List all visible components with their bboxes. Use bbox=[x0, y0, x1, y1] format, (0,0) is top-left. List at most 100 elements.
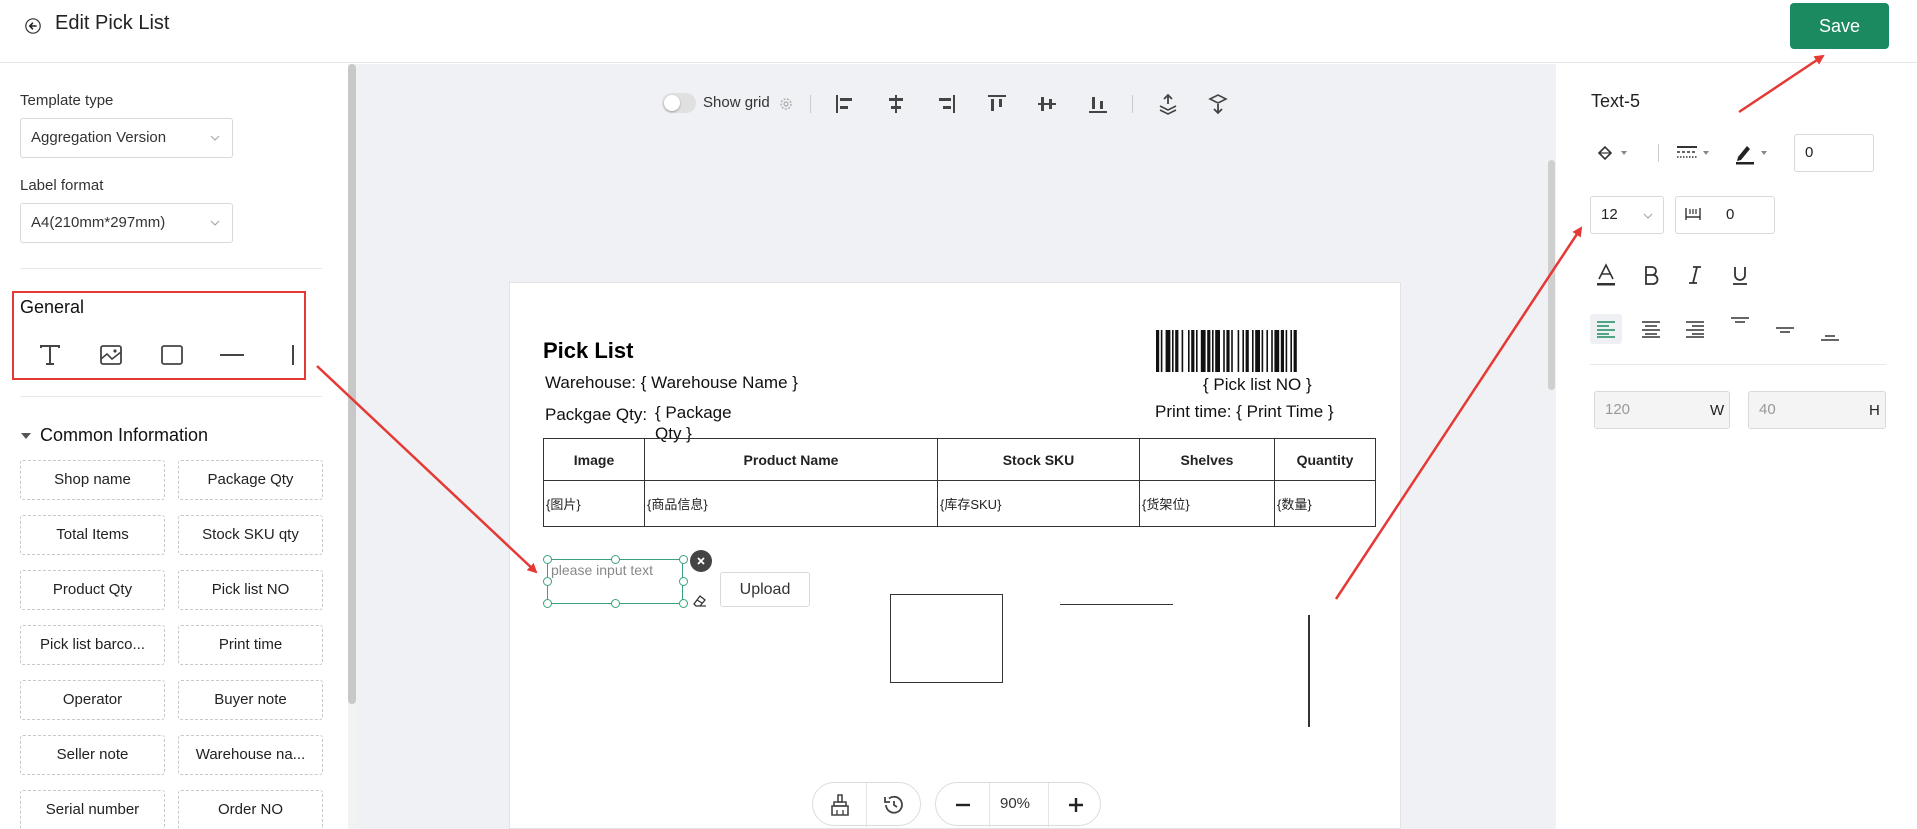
horizontal-line-element[interactable] bbox=[1060, 604, 1173, 605]
field-chip[interactable]: Package Qty bbox=[178, 460, 323, 500]
barcode-bar bbox=[1165, 330, 1171, 372]
show-grid-label: Show grid bbox=[703, 94, 770, 111]
text-align-left-icon bbox=[1597, 321, 1615, 338]
field-chip[interactable]: Shop name bbox=[20, 460, 165, 500]
italic-button[interactable] bbox=[1680, 260, 1710, 290]
align-middle-button[interactable] bbox=[1034, 91, 1060, 117]
field-chip[interactable]: Product Qty bbox=[20, 570, 165, 610]
barcode-bar bbox=[1255, 330, 1260, 372]
field-chip[interactable]: Print time bbox=[178, 625, 323, 665]
field-chip[interactable]: Pick list barco... bbox=[20, 625, 165, 665]
table-cell-stock-sku: {库存SKU} bbox=[937, 480, 1140, 527]
field-chip[interactable]: Warehouse na... bbox=[178, 735, 323, 775]
left-scrollbar-thumb[interactable] bbox=[348, 64, 356, 704]
vertical-line-tool[interactable] bbox=[278, 340, 308, 370]
text-align-center-button[interactable] bbox=[1636, 314, 1666, 344]
table-header-image: Image bbox=[543, 438, 645, 481]
underline-button[interactable] bbox=[1725, 260, 1755, 290]
back-button[interactable] bbox=[20, 13, 46, 39]
rectangle-element[interactable] bbox=[890, 594, 1003, 683]
resize-handle[interactable] bbox=[543, 577, 552, 586]
bold-button[interactable] bbox=[1636, 260, 1666, 290]
upload-button[interactable]: Upload bbox=[720, 572, 810, 607]
field-chip[interactable]: Pick list NO bbox=[178, 570, 323, 610]
vertical-align-bottom-button[interactable] bbox=[1815, 320, 1845, 350]
italic-icon bbox=[1689, 266, 1701, 284]
caret-down-icon[interactable] bbox=[20, 430, 32, 442]
save-button[interactable]: Save bbox=[1790, 3, 1889, 49]
align-top-button[interactable] bbox=[984, 91, 1010, 117]
zoom-in-button[interactable] bbox=[1048, 783, 1102, 827]
resize-handle[interactable] bbox=[611, 555, 620, 564]
selected-text-element[interactable]: please input text bbox=[547, 559, 683, 604]
text-tool[interactable] bbox=[35, 340, 65, 370]
grid-settings-button[interactable] bbox=[773, 91, 799, 117]
clear-button[interactable] bbox=[813, 783, 867, 827]
canvas-scrollbar[interactable] bbox=[1548, 160, 1555, 390]
resize-handle[interactable] bbox=[679, 577, 688, 586]
template-type-select[interactable]: Aggregation Version bbox=[20, 118, 233, 158]
table-header-quantity: Quantity bbox=[1274, 438, 1376, 481]
height-input[interactable]: 40 bbox=[1748, 391, 1886, 429]
field-chip[interactable]: Buyer note bbox=[178, 680, 323, 720]
resize-handle[interactable] bbox=[543, 555, 552, 564]
panel-divider bbox=[1590, 364, 1886, 365]
text-align-left-button[interactable] bbox=[1591, 314, 1621, 344]
resize-handle[interactable] bbox=[611, 599, 620, 608]
barcode-bar bbox=[1237, 330, 1240, 372]
barcode-image[interactable] bbox=[1156, 330, 1359, 372]
align-left-button[interactable] bbox=[832, 91, 858, 117]
barcode-bar bbox=[1160, 330, 1163, 372]
resize-handle[interactable] bbox=[543, 599, 552, 608]
delete-element-button[interactable] bbox=[690, 550, 712, 572]
zoom-out-button[interactable] bbox=[936, 783, 990, 827]
barcode-bar bbox=[1252, 330, 1254, 372]
border-style-button[interactable] bbox=[1675, 138, 1715, 168]
text-align-right-button[interactable] bbox=[1680, 314, 1710, 344]
history-button[interactable] bbox=[867, 783, 921, 827]
items-table[interactable]: Image Product Name Stock SKU Shelves Qua… bbox=[543, 438, 1376, 527]
field-chip[interactable]: Order NO bbox=[178, 790, 323, 829]
vertical-line-element[interactable] bbox=[1308, 615, 1310, 727]
barcode-bar bbox=[1290, 330, 1292, 372]
table-header-row: Image Product Name Stock SKU Shelves Qua… bbox=[543, 438, 1376, 481]
font-size-select[interactable]: 12 bbox=[1590, 196, 1664, 234]
border-color-button[interactable] bbox=[1733, 138, 1773, 168]
barcode-bar bbox=[1191, 330, 1195, 372]
eraser-icon[interactable] bbox=[692, 592, 708, 608]
table-header-product-name: Product Name bbox=[644, 438, 938, 481]
field-chip[interactable]: Serial number bbox=[20, 790, 165, 829]
image-tool[interactable] bbox=[96, 340, 126, 370]
field-chip[interactable]: Seller note bbox=[20, 735, 165, 775]
barcode-bar bbox=[1293, 330, 1297, 372]
barcode-bar bbox=[1266, 330, 1268, 372]
package-qty-value-line1[interactable]: { Package bbox=[655, 403, 732, 423]
field-chip[interactable]: Total Items bbox=[20, 515, 165, 555]
fill-color-button[interactable] bbox=[1593, 138, 1633, 168]
package-qty-label[interactable]: Packgae Qty: bbox=[545, 405, 647, 425]
vertical-align-top-button[interactable] bbox=[1725, 310, 1755, 340]
horizontal-line-tool[interactable] bbox=[217, 340, 247, 370]
common-info-title[interactable]: Common Information bbox=[40, 425, 208, 446]
label-format-select[interactable]: A4(210mm*297mm) bbox=[20, 203, 233, 243]
bring-front-button[interactable] bbox=[1155, 91, 1181, 117]
barcode-bar bbox=[1245, 330, 1249, 372]
send-back-button[interactable] bbox=[1205, 91, 1231, 117]
show-grid-toggle[interactable] bbox=[662, 93, 696, 113]
field-chip[interactable]: Stock SKU qty bbox=[178, 515, 323, 555]
text-color-button[interactable] bbox=[1591, 260, 1621, 290]
left-scrollbar[interactable] bbox=[348, 64, 356, 829]
align-bottom-button[interactable] bbox=[1085, 91, 1111, 117]
pick-list-no-text[interactable]: { Pick list NO } bbox=[1203, 375, 1312, 395]
resize-handle[interactable] bbox=[679, 599, 688, 608]
resize-handle[interactable] bbox=[679, 555, 688, 564]
align-center-h-button[interactable] bbox=[883, 91, 909, 117]
field-chip[interactable]: Operator bbox=[20, 680, 165, 720]
print-time-text[interactable]: Print time: { Print Time } bbox=[1155, 402, 1334, 422]
rectangle-tool[interactable] bbox=[157, 340, 187, 370]
align-right-button[interactable] bbox=[933, 91, 959, 117]
warehouse-text[interactable]: Warehouse: { Warehouse Name } bbox=[545, 373, 798, 393]
pick-list-title[interactable]: Pick List bbox=[543, 338, 633, 364]
border-width-input[interactable]: 0 bbox=[1794, 134, 1874, 172]
vertical-align-middle-button[interactable] bbox=[1770, 316, 1800, 346]
